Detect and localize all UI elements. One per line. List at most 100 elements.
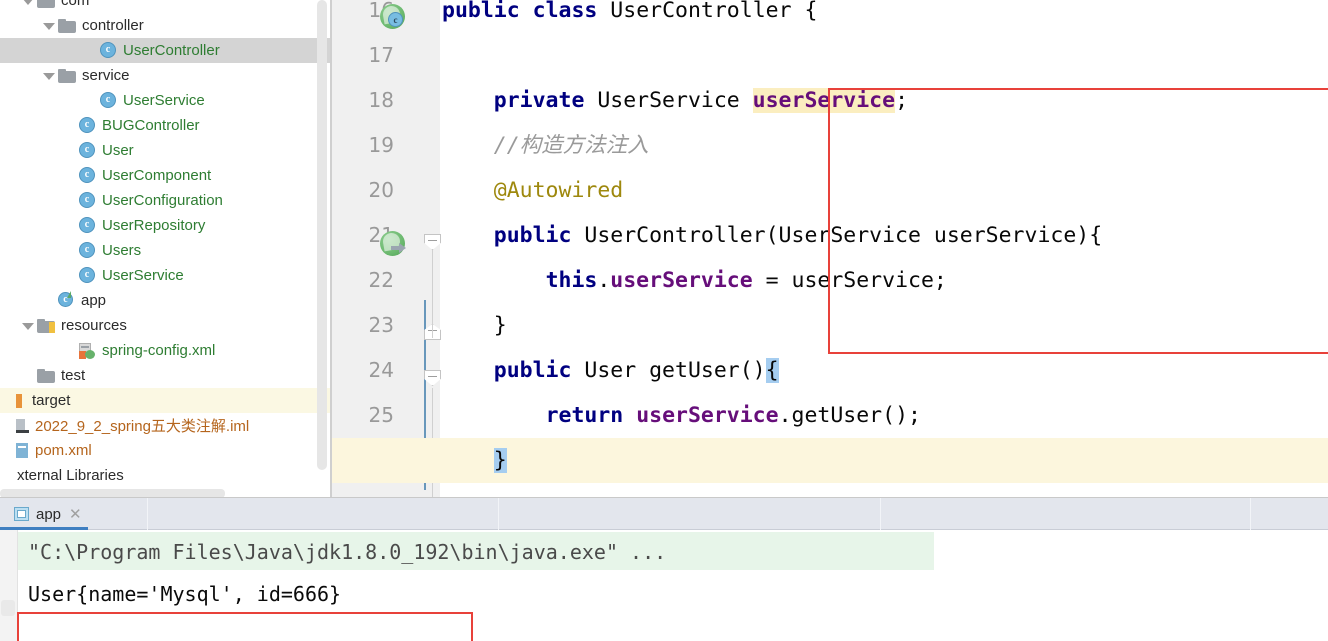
tree-item-users[interactable]: c Users (0, 238, 330, 263)
tree-item-label: UserService (123, 92, 205, 109)
tab-separator (1250, 498, 1251, 530)
tree-item-label: UserRepository (102, 217, 206, 234)
code-token: UserController(UserService userService){ (571, 223, 1103, 248)
code-line[interactable]: this.userService = userService; (442, 258, 947, 303)
editor-gutter[interactable]: 1617181920212223242526 c (332, 0, 441, 498)
tree-item-target[interactable]: target (0, 388, 330, 413)
spring-bean-class-icon[interactable]: c (380, 4, 406, 30)
code-token: this (545, 268, 598, 293)
fold-line (432, 288, 433, 338)
tree-item-label: UserComponent (102, 167, 212, 184)
class-icon: c (79, 192, 96, 209)
code-line[interactable]: } (442, 303, 507, 348)
tree-item-service[interactable]: service (0, 63, 330, 88)
tree-item-usercontroller[interactable]: c UserController (0, 38, 330, 63)
code-token: . (597, 268, 611, 293)
fold-marker-collapse-21[interactable] (424, 234, 443, 254)
tree-item-xternal-libraries[interactable]: xternal Libraries (0, 463, 330, 488)
tree-item-app[interactable]: c app (0, 288, 330, 313)
tab-separator (147, 498, 148, 530)
run-config-icon (14, 506, 30, 522)
console-gutter (0, 530, 18, 641)
code-token: UserService (584, 88, 753, 113)
code-token: ; (895, 88, 909, 113)
code-line[interactable]: } (442, 438, 507, 483)
tree-item-test[interactable]: test (0, 363, 330, 388)
tree-item-userservice[interactable]: c UserService (0, 263, 330, 288)
class-icon: c (79, 217, 96, 234)
tree-item-bugcontroller[interactable]: c BUGController (0, 113, 330, 138)
tree-item-label: BUGController (102, 117, 200, 134)
run-tab-app[interactable]: app ✕ (6, 498, 90, 530)
console-scroll-button[interactable] (1, 600, 15, 616)
tree-item-usercomponent[interactable]: c UserComponent (0, 163, 330, 188)
chevron-down-icon[interactable] (21, 319, 34, 332)
code-token: private (493, 88, 585, 113)
tree-item-2022-9-2-spring-iml[interactable]: 2022_9_2_spring五大类注解.iml (0, 413, 330, 438)
line-number: 25 (368, 403, 394, 427)
console-output[interactable]: "C:\Program Files\Java\jdk1.8.0_192\bin\… (0, 530, 1328, 641)
code-token: { (765, 358, 779, 383)
tree-item-label: test (61, 367, 86, 384)
tab-separator (880, 498, 881, 530)
tree-item-label: app (81, 292, 107, 309)
folder-icon (58, 68, 76, 83)
line-number: 19 (368, 133, 394, 157)
tree-item-spring-config-xml[interactable]: spring-config.xml (0, 338, 330, 363)
code-text-area[interactable]: public class UserController { private Us… (332, 0, 1328, 498)
tree-item-controller[interactable]: controller (0, 13, 330, 38)
tree-item-userrepository[interactable]: c UserRepository (0, 213, 330, 238)
tree-item-label: pom.xml (35, 442, 92, 459)
tree-item-userconfiguration[interactable]: c UserConfiguration (0, 188, 330, 213)
code-line[interactable]: @Autowired (442, 168, 623, 213)
run-tab-bar[interactable]: app ✕ (0, 498, 1328, 530)
close-icon[interactable]: ✕ (69, 505, 82, 523)
tree-item-label: service (82, 67, 130, 84)
code-line[interactable]: //构造方法注入 (442, 123, 649, 168)
chevron-down-icon[interactable] (42, 69, 55, 82)
fold-marker-end-23[interactable] (424, 324, 443, 344)
chevron-down-icon[interactable] (42, 19, 55, 32)
code-token: User getUser() (571, 358, 766, 383)
project-tree-vertical-scrollbar[interactable] (317, 0, 327, 498)
code-token: public (442, 0, 520, 23)
class-icon: c (100, 42, 117, 59)
arrow-right-glyph (391, 243, 406, 253)
code-line[interactable]: public User getUser(){ (442, 348, 779, 393)
spring-autowired-icon[interactable] (380, 231, 406, 257)
fold-marker-collapse-24[interactable] (424, 370, 443, 390)
tree-item-label: controller (82, 17, 144, 34)
tree-item-com[interactable]: com (0, 0, 330, 13)
spring-xml-icon (79, 342, 96, 359)
console-command-line: "C:\Program Files\Java\jdk1.8.0_192\bin\… (28, 540, 667, 564)
scrollbar-thumb[interactable] (317, 0, 327, 470)
folder-icon (37, 368, 55, 383)
console-output-line: User{name='Mysql', id=666} (28, 582, 342, 606)
tree-item-resources[interactable]: resources (0, 313, 330, 338)
project-tree-panel[interactable]: com controller c UserController service c User… (0, 0, 330, 498)
class-icon: c (79, 242, 96, 259)
class-icon: c (79, 267, 96, 284)
code-line[interactable]: public class UserController { (442, 0, 817, 33)
code-line[interactable]: private UserService userService; (442, 78, 908, 123)
class-icon: c (79, 142, 96, 159)
tree-item-pom-xml[interactable]: pom.xml (0, 438, 330, 463)
code-line[interactable]: return userService.getUser(); (442, 393, 921, 438)
code-line[interactable]: public UserController(UserService userSe… (442, 213, 1102, 258)
tree-item-user[interactable]: c User (0, 138, 330, 163)
run-tool-window[interactable]: app ✕ "C:\Program Files\Java\jdk1.8.0_19… (0, 498, 1328, 641)
editor-area[interactable]: 1617181920212223242526 c (332, 0, 1328, 498)
chevron-down-icon[interactable] (21, 0, 34, 7)
tree-item-userservice[interactable]: c UserService (0, 88, 330, 113)
